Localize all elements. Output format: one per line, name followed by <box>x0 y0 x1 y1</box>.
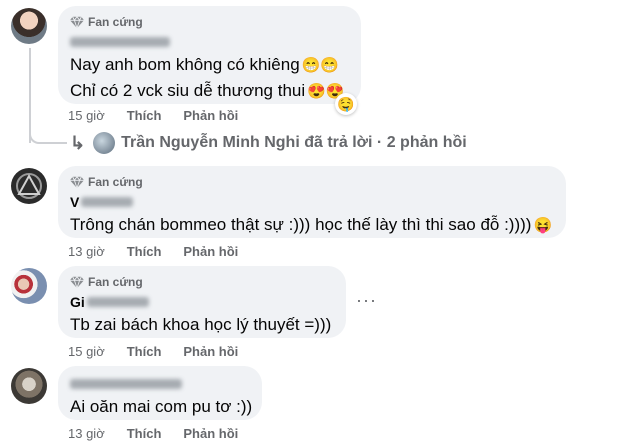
comment-actions: 13 giờ Thích Phản hồi <box>68 425 238 443</box>
comment-text: Chỉ có 2 vck siu dễ thương thui 😍😍 <box>70 78 349 104</box>
view-replies-link[interactable]: ↳ Trần Nguyễn Minh Nghi đã trả lời · 2 p… <box>70 132 467 154</box>
replies-summary-text: Trần Nguyễn Minh Nghi đã trả lời · 2 phả… <box>121 134 467 151</box>
replier-avatar <box>93 132 116 154</box>
like-button[interactable]: Thích <box>127 107 162 125</box>
timestamp[interactable]: 15 giờ <box>68 107 105 125</box>
comment-text: Trông chán bommeo thật sự :))) học thế l… <box>70 212 554 238</box>
reaction-icon[interactable]: 🤤 <box>335 93 357 115</box>
like-button[interactable]: Thích <box>127 425 162 443</box>
avatar[interactable] <box>11 168 47 204</box>
diamond-icon <box>70 16 84 29</box>
more-options-button[interactable]: ··· <box>356 290 377 311</box>
commenter-name[interactable]: V <box>70 192 554 212</box>
grin-emoji: 😁😁 <box>301 57 340 74</box>
comment-text: Tb zai bách khoa học lý thuyết =))) <box>70 315 332 334</box>
tongue-emoji: 😝 <box>533 217 553 234</box>
comment-actions: 15 giờ Thích Phản hồi <box>68 343 238 361</box>
comment-text: Nay anh bom không có khiêng 😁😁 <box>70 52 349 78</box>
comment-actions: 15 giờ Thích Phản hồi <box>68 107 238 125</box>
avatar[interactable] <box>11 268 47 304</box>
reply-button[interactable]: Phản hồi <box>183 107 238 125</box>
comment-bubble: Fan cứng Nay anh bom không có khiêng 😁😁 C… <box>58 6 361 104</box>
commenter-name[interactable] <box>70 32 349 52</box>
comment-bubble: Fan cứng Gi Tb zai bách khoa học lý thuy… <box>58 266 346 338</box>
avatar[interactable] <box>11 8 47 44</box>
reply-button[interactable]: Phản hồi <box>183 343 238 361</box>
diamond-icon <box>70 176 84 189</box>
diamond-icon <box>70 276 84 289</box>
comment-actions: 13 giờ Thích Phản hồi <box>68 243 238 261</box>
commenter-name[interactable] <box>70 374 250 394</box>
reply-button[interactable]: Phản hồi <box>183 425 238 443</box>
timestamp[interactable]: 13 giờ <box>68 425 105 443</box>
top-fan-badge: Fan cứng <box>70 174 554 190</box>
comment-bubble: Fan cứng V Trông chán bommeo thật sự :))… <box>58 166 566 238</box>
comment-bubble: Ai oăn mai com pu tơ :)) <box>58 366 262 420</box>
timestamp[interactable]: 13 giờ <box>68 243 105 261</box>
like-button[interactable]: Thích <box>127 343 162 361</box>
commenter-name[interactable]: Gi <box>70 292 334 312</box>
avatar[interactable] <box>11 368 47 404</box>
top-fan-badge: Fan cứng <box>70 274 334 290</box>
thread-connector-curve <box>29 128 67 144</box>
top-fan-badge: Fan cứng <box>70 14 349 30</box>
triangle-logo-icon <box>16 173 42 199</box>
comment-text: Ai oăn mai com pu tơ :)) <box>70 397 253 416</box>
timestamp[interactable]: 15 giờ <box>68 343 105 361</box>
like-button[interactable]: Thích <box>127 243 162 261</box>
reply-arrow-icon: ↳ <box>70 132 86 153</box>
reply-button[interactable]: Phản hồi <box>183 243 238 261</box>
